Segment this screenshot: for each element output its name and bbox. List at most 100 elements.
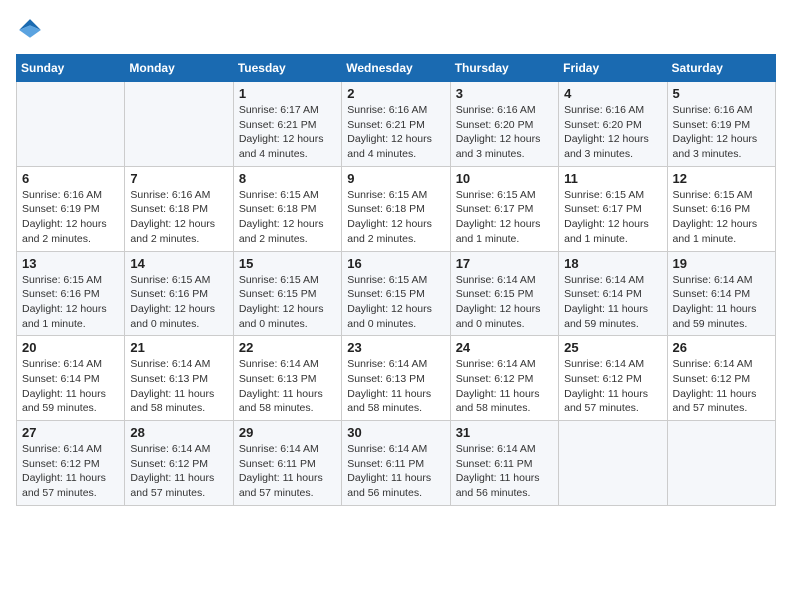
weekday-header-wednesday: Wednesday (342, 55, 450, 82)
day-number: 26 (673, 340, 770, 355)
calendar-cell: 10 Sunrise: 6:15 AM Sunset: 6:17 PM Dayli… (450, 166, 558, 251)
day-number: 16 (347, 256, 444, 271)
day-info: Sunrise: 6:16 AM Sunset: 6:18 PM Dayligh… (130, 188, 227, 247)
weekday-header-saturday: Saturday (667, 55, 775, 82)
day-number: 3 (456, 86, 553, 101)
day-number: 27 (22, 425, 119, 440)
weekday-header-monday: Monday (125, 55, 233, 82)
day-number: 10 (456, 171, 553, 186)
day-number: 9 (347, 171, 444, 186)
week-row-4: 20 Sunrise: 6:14 AM Sunset: 6:14 PM Dayli… (17, 336, 776, 421)
day-number: 4 (564, 86, 661, 101)
day-info: Sunrise: 6:15 AM Sunset: 6:15 PM Dayligh… (239, 273, 336, 332)
day-info: Sunrise: 6:15 AM Sunset: 6:18 PM Dayligh… (347, 188, 444, 247)
calendar-cell: 1Sunrise: 6:17 AM Sunset: 6:21 PM Daylig… (233, 82, 341, 167)
day-number: 8 (239, 171, 336, 186)
day-info: Sunrise: 6:14 AM Sunset: 6:11 PM Dayligh… (239, 442, 336, 501)
day-info: Sunrise: 6:15 AM Sunset: 6:16 PM Dayligh… (22, 273, 119, 332)
calendar-cell: 24 Sunrise: 6:14 AM Sunset: 6:12 PM Dayli… (450, 336, 558, 421)
day-info: Sunrise: 6:15 AM Sunset: 6:17 PM Dayligh… (456, 188, 553, 247)
calendar-cell: 8 Sunrise: 6:15 AM Sunset: 6:18 PM Daylig… (233, 166, 341, 251)
calendar-cell: 19 Sunrise: 6:14 AM Sunset: 6:14 PM Dayli… (667, 251, 775, 336)
day-info: Sunrise: 6:14 AM Sunset: 6:14 PM Dayligh… (673, 273, 770, 332)
calendar-cell: 29 Sunrise: 6:14 AM Sunset: 6:11 PM Dayli… (233, 421, 341, 506)
calendar-cell: 3 Sunrise: 6:16 AM Sunset: 6:20 PM Daylig… (450, 82, 558, 167)
calendar-cell (559, 421, 667, 506)
calendar-cell: 25 Sunrise: 6:14 AM Sunset: 6:12 PM Dayli… (559, 336, 667, 421)
calendar-cell (17, 82, 125, 167)
day-info: Sunrise: 6:16 AM Sunset: 6:20 PM Dayligh… (456, 103, 553, 162)
calendar-cell: 14 Sunrise: 6:15 AM Sunset: 6:16 PM Dayli… (125, 251, 233, 336)
calendar-body: 1Sunrise: 6:17 AM Sunset: 6:21 PM Daylig… (17, 82, 776, 506)
day-number: 6 (22, 171, 119, 186)
calendar-cell (125, 82, 233, 167)
calendar-cell: 17 Sunrise: 6:14 AM Sunset: 6:15 PM Dayli… (450, 251, 558, 336)
day-info: Sunrise: 6:14 AM Sunset: 6:11 PM Dayligh… (456, 442, 553, 501)
calendar-cell: 18Sunrise: 6:14 AM Sunset: 6:14 PM Dayli… (559, 251, 667, 336)
weekday-header-thursday: Thursday (450, 55, 558, 82)
calendar-cell: 7 Sunrise: 6:16 AM Sunset: 6:18 PM Daylig… (125, 166, 233, 251)
day-info: Sunrise: 6:14 AM Sunset: 6:13 PM Dayligh… (239, 357, 336, 416)
day-number: 19 (673, 256, 770, 271)
calendar-cell: 22 Sunrise: 6:14 AM Sunset: 6:13 PM Dayli… (233, 336, 341, 421)
calendar-cell: 2Sunrise: 6:16 AM Sunset: 6:21 PM Daylig… (342, 82, 450, 167)
week-row-3: 13 Sunrise: 6:15 AM Sunset: 6:16 PM Dayli… (17, 251, 776, 336)
day-info: Sunrise: 6:16 AM Sunset: 6:19 PM Dayligh… (673, 103, 770, 162)
week-row-1: 1Sunrise: 6:17 AM Sunset: 6:21 PM Daylig… (17, 82, 776, 167)
day-info: Sunrise: 6:14 AM Sunset: 6:11 PM Dayligh… (347, 442, 444, 501)
calendar-cell: 30 Sunrise: 6:14 AM Sunset: 6:11 PM Dayli… (342, 421, 450, 506)
calendar-cell: 12 Sunrise: 6:15 AM Sunset: 6:16 PM Dayli… (667, 166, 775, 251)
day-number: 30 (347, 425, 444, 440)
calendar-cell: 26 Sunrise: 6:14 AM Sunset: 6:12 PM Dayli… (667, 336, 775, 421)
weekday-header-friday: Friday (559, 55, 667, 82)
calendar-cell: 15Sunrise: 6:15 AM Sunset: 6:15 PM Dayli… (233, 251, 341, 336)
logo (16, 16, 48, 44)
calendar-table: SundayMondayTuesdayWednesdayThursdayFrid… (16, 54, 776, 506)
weekday-header-tuesday: Tuesday (233, 55, 341, 82)
day-number: 31 (456, 425, 553, 440)
header (16, 16, 776, 44)
day-number: 28 (130, 425, 227, 440)
calendar-cell: 20 Sunrise: 6:14 AM Sunset: 6:14 PM Dayli… (17, 336, 125, 421)
calendar-cell: 21Sunrise: 6:14 AM Sunset: 6:13 PM Dayli… (125, 336, 233, 421)
week-row-2: 6 Sunrise: 6:16 AM Sunset: 6:19 PM Daylig… (17, 166, 776, 251)
day-number: 17 (456, 256, 553, 271)
calendar-cell: 23Sunrise: 6:14 AM Sunset: 6:13 PM Dayli… (342, 336, 450, 421)
weekday-row: SundayMondayTuesdayWednesdayThursdayFrid… (17, 55, 776, 82)
day-number: 24 (456, 340, 553, 355)
calendar-cell (667, 421, 775, 506)
day-info: Sunrise: 6:14 AM Sunset: 6:12 PM Dayligh… (673, 357, 770, 416)
day-number: 29 (239, 425, 336, 440)
day-info: Sunrise: 6:16 AM Sunset: 6:20 PM Dayligh… (564, 103, 661, 162)
day-number: 11 (564, 171, 661, 186)
day-info: Sunrise: 6:14 AM Sunset: 6:15 PM Dayligh… (456, 273, 553, 332)
calendar-cell: 27 Sunrise: 6:14 AM Sunset: 6:12 PM Dayli… (17, 421, 125, 506)
day-info: Sunrise: 6:15 AM Sunset: 6:18 PM Dayligh… (239, 188, 336, 247)
day-info: Sunrise: 6:14 AM Sunset: 6:12 PM Dayligh… (22, 442, 119, 501)
day-info: Sunrise: 6:14 AM Sunset: 6:14 PM Dayligh… (22, 357, 119, 416)
day-info: Sunrise: 6:17 AM Sunset: 6:21 PM Dayligh… (239, 103, 336, 162)
day-number: 12 (673, 171, 770, 186)
calendar-cell: 31 Sunrise: 6:14 AM Sunset: 6:11 PM Dayli… (450, 421, 558, 506)
calendar-cell: 13 Sunrise: 6:15 AM Sunset: 6:16 PM Dayli… (17, 251, 125, 336)
day-number: 14 (130, 256, 227, 271)
day-number: 21 (130, 340, 227, 355)
day-number: 25 (564, 340, 661, 355)
day-info: Sunrise: 6:15 AM Sunset: 6:17 PM Dayligh… (564, 188, 661, 247)
day-info: Sunrise: 6:15 AM Sunset: 6:15 PM Dayligh… (347, 273, 444, 332)
day-info: Sunrise: 6:14 AM Sunset: 6:13 PM Dayligh… (347, 357, 444, 416)
day-info: Sunrise: 6:16 AM Sunset: 6:19 PM Dayligh… (22, 188, 119, 247)
calendar-header: SundayMondayTuesdayWednesdayThursdayFrid… (17, 55, 776, 82)
day-number: 13 (22, 256, 119, 271)
day-info: Sunrise: 6:14 AM Sunset: 6:12 PM Dayligh… (564, 357, 661, 416)
day-number: 2 (347, 86, 444, 101)
day-info: Sunrise: 6:15 AM Sunset: 6:16 PM Dayligh… (673, 188, 770, 247)
day-number: 20 (22, 340, 119, 355)
day-info: Sunrise: 6:14 AM Sunset: 6:12 PM Dayligh… (456, 357, 553, 416)
day-info: Sunrise: 6:15 AM Sunset: 6:16 PM Dayligh… (130, 273, 227, 332)
calendar-cell: 28Sunrise: 6:14 AM Sunset: 6:12 PM Dayli… (125, 421, 233, 506)
day-number: 22 (239, 340, 336, 355)
day-info: Sunrise: 6:14 AM Sunset: 6:14 PM Dayligh… (564, 273, 661, 332)
day-number: 7 (130, 171, 227, 186)
logo-icon (16, 16, 44, 44)
